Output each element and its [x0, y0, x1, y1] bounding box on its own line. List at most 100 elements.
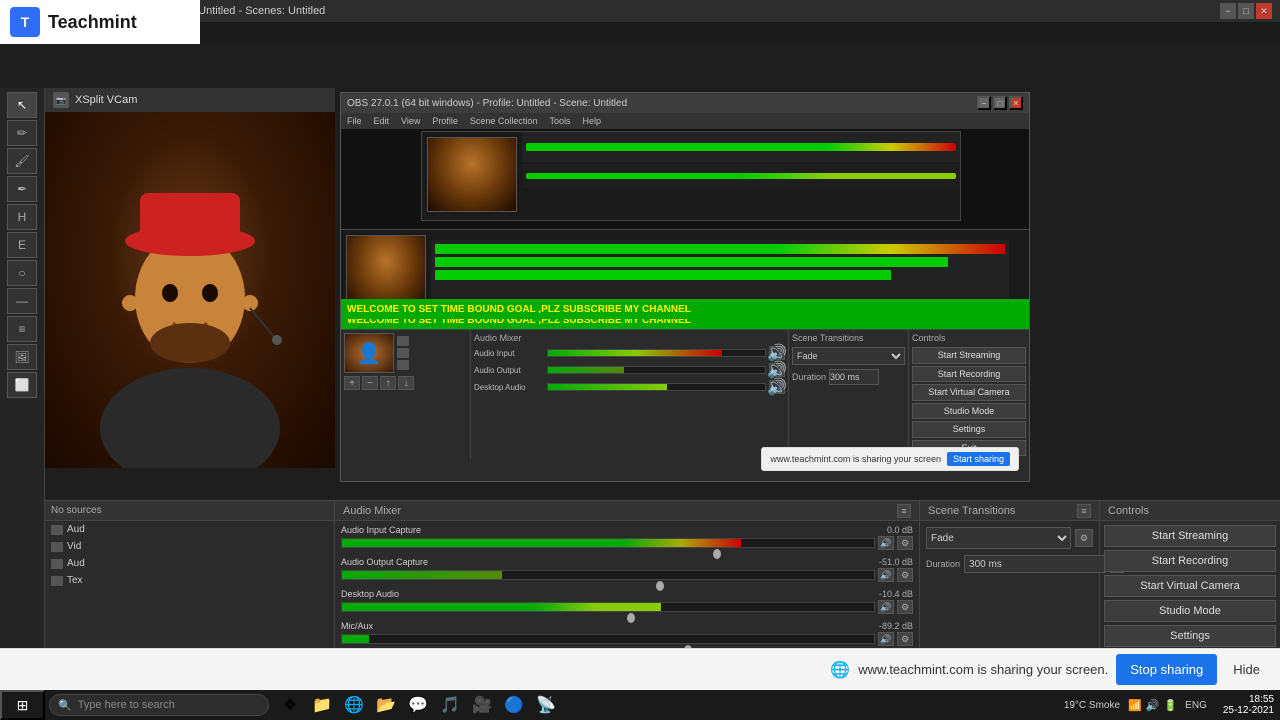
studio-mode-btn[interactable]: Studio Mode [1104, 600, 1276, 622]
taskbar-edge[interactable]: 🌐 [339, 690, 369, 720]
floating-menu-edit[interactable]: Edit [374, 116, 390, 126]
source-name-4: Tex [67, 575, 83, 586]
tool-circle[interactable]: ○ [7, 260, 37, 286]
inner-notification: www.teachmint.com is sharing your screen… [761, 447, 1019, 471]
stop-sharing-button[interactable]: Stop sharing [1116, 654, 1217, 685]
inner-up-btn[interactable]: ↑ [380, 376, 396, 390]
inner-duration-input[interactable] [829, 369, 879, 385]
fade-selector-row: Fade ⚙ [926, 527, 1093, 549]
taskbar-battery-icon[interactable]: 🔋 [1163, 699, 1177, 712]
tool-highlight[interactable]: H [7, 204, 37, 230]
start-button[interactable]: ⊞ [0, 690, 45, 720]
inner-mute-2[interactable]: 🔊 [769, 363, 785, 377]
track-input-settings-btn[interactable]: ⚙ [897, 536, 913, 550]
tool-screen[interactable]: ⬜ [7, 372, 37, 398]
taskbar-cortana[interactable]: ❖ [275, 690, 305, 720]
left-toolbar: ↖ ✏ 🖌 ✒ H E ○ — ≡ 🖼 ⬜ [0, 88, 45, 660]
track-mic-header: Mic/Aux -89.2 dB [341, 621, 913, 631]
minimize-button[interactable]: − [1220, 3, 1236, 19]
taskbar-folder[interactable]: 📂 [371, 690, 401, 720]
inner-settings-btn[interactable]: Settings [912, 421, 1026, 438]
inner-audio-mixer: Audio Mixer Audio Input 🔊 Audio Output [471, 330, 789, 459]
transitions-title: Scene Transitions [928, 505, 1015, 517]
tool-pencil[interactable]: ✏ [7, 120, 37, 146]
tool-pen[interactable]: ✒ [7, 176, 37, 202]
track-mic-settings-btn[interactable]: ⚙ [897, 632, 913, 646]
tool-cursor[interactable]: ↖ [7, 92, 37, 118]
track-mic-mute-btn[interactable]: 🔊 [878, 632, 894, 646]
inner-vcam-btn[interactable]: Start Virtual Camera [912, 384, 1026, 401]
floating-menu-scenes[interactable]: Scene Collection [470, 116, 538, 126]
track-desktop-settings-btn[interactable]: ⚙ [897, 600, 913, 614]
inner-transition-select[interactable]: Fade [792, 347, 905, 365]
floating-minimize[interactable]: − [977, 96, 991, 110]
source-eye-4[interactable] [51, 576, 63, 586]
hide-button[interactable]: Hide [1225, 658, 1268, 681]
inner-mute-1[interactable]: 🔊 [769, 346, 785, 360]
tool-brush[interactable]: 🖌 [7, 148, 37, 174]
track-output-header: Audio Output Capture -51.0 dB [341, 557, 913, 567]
start-streaming-btn[interactable]: Start Streaming [1104, 525, 1276, 547]
taskbar-teams[interactable]: 💬 [403, 690, 433, 720]
transitions-settings-btn[interactable]: ⚙ [1075, 529, 1093, 547]
inner-record-btn[interactable]: Start Recording [912, 366, 1026, 383]
sources-header-bar: No sources [45, 501, 334, 521]
transitions-menu-btn[interactable]: ≡ [1077, 504, 1091, 518]
source-eye-1[interactable] [51, 525, 63, 535]
track-input-mute-btn[interactable]: 🔊 [878, 536, 894, 550]
inner-mute-3[interactable]: 🔊 [769, 380, 785, 394]
windows-icon: ⊞ [17, 697, 29, 714]
floating-obs-window: OBS 27.0.1 (64 bit windows) - Profile: U… [340, 92, 1030, 482]
inner-track-3-label: Desktop Audio [474, 383, 544, 392]
source-eye-3[interactable] [51, 559, 63, 569]
floating-menu-file[interactable]: File [347, 116, 362, 126]
floating-menu-tools[interactable]: Tools [549, 116, 570, 126]
inner-remove-btn[interactable]: − [362, 376, 378, 390]
notification-content: 🌐 www.teachmint.com is sharing your scre… [12, 654, 1268, 685]
maximize-button[interactable]: □ [1238, 3, 1254, 19]
inner-track-1-label: Audio Input [474, 349, 544, 358]
track-desktop-controls: 🔊 ⚙ [341, 600, 913, 614]
taskbar-chrome[interactable]: 🔵 [499, 690, 529, 720]
floating-menu-profile[interactable]: Profile [432, 116, 458, 126]
floating-close[interactable]: ✕ [1009, 96, 1023, 110]
tool-image[interactable]: 🖼 [7, 344, 37, 370]
taskbar-volume-icon[interactable]: 🔊 [1146, 699, 1160, 712]
inner-studio-btn[interactable]: Studio Mode [912, 403, 1026, 420]
floating-menu-view[interactable]: View [401, 116, 420, 126]
track-desktop-mute-btn[interactable]: 🔊 [878, 600, 894, 614]
track-input-controls: 🔊 ⚙ [341, 536, 913, 550]
notification-bar: 🌐 www.teachmint.com is sharing your scre… [0, 648, 1280, 690]
inner-add-btn[interactable]: + [344, 376, 360, 390]
track-desktop-name: Desktop Audio [341, 589, 399, 599]
floating-menu-help[interactable]: Help [582, 116, 601, 126]
taskbar-clock[interactable]: 18:55 25-12-2021 [1223, 694, 1274, 716]
floating-maximize[interactable]: □ [993, 96, 1007, 110]
taskbar-network-icon[interactable]: 📶 [1128, 699, 1142, 712]
window-controls: − □ ✕ [1220, 3, 1272, 19]
close-button[interactable]: ✕ [1256, 3, 1272, 19]
start-recording-btn[interactable]: Start Recording [1104, 550, 1276, 572]
duration-input[interactable] [964, 555, 1106, 573]
inner-stream-btn[interactable]: Start Streaming [912, 347, 1026, 364]
taskbar-stream[interactable]: 📡 [531, 690, 561, 720]
taskbar-media[interactable]: 🎵 [435, 690, 465, 720]
taskbar-explorer[interactable]: 📁 [307, 690, 337, 720]
floating-preview: WELCOME TO SET TIME BOUND GOAL ,PLZ SUBS… [341, 129, 1029, 329]
tool-lines[interactable]: ≡ [7, 316, 37, 342]
inner-stop-btn[interactable]: Start sharing [947, 452, 1010, 466]
settings-btn[interactable]: Settings [1104, 625, 1276, 647]
inner-audio-title: Audio Mixer [474, 333, 785, 343]
taskbar-search-box[interactable]: 🔍 Type here to search [49, 694, 269, 716]
inner-audio-tracks: Audio Input 🔊 Audio Output 🔊 [474, 346, 785, 394]
start-vcam-btn[interactable]: Start Virtual Camera [1104, 575, 1276, 597]
source-eye-2[interactable] [51, 542, 63, 552]
tool-line[interactable]: — [7, 288, 37, 314]
taskbar-obs[interactable]: 🎥 [467, 690, 497, 720]
tool-erase[interactable]: E [7, 232, 37, 258]
track-output-mute-btn[interactable]: 🔊 [878, 568, 894, 582]
inner-down-btn[interactable]: ↓ [398, 376, 414, 390]
fade-type-select[interactable]: Fade [926, 527, 1071, 549]
track-output-settings-btn[interactable]: ⚙ [897, 568, 913, 582]
audio-mixer-menu-btn[interactable]: ≡ [897, 504, 911, 518]
